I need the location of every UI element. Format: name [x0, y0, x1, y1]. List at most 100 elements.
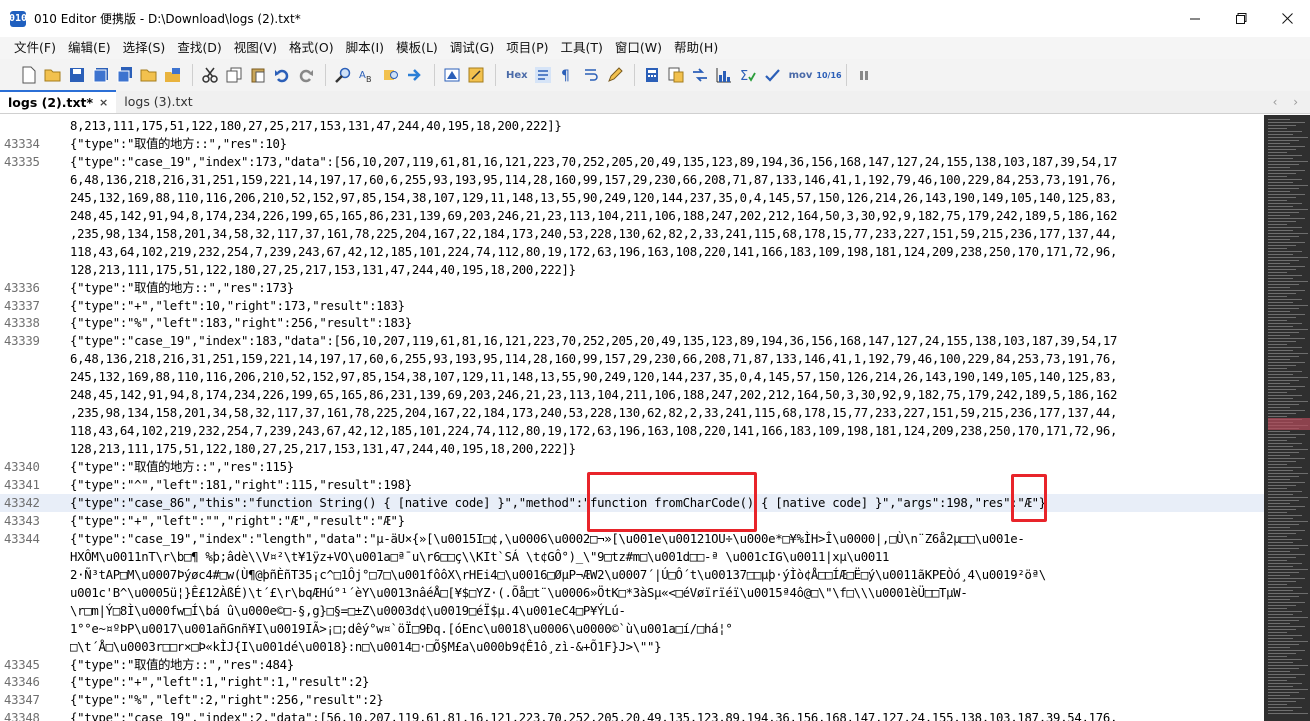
- text-editor[interactable]: 8,213,111,175,51,122,180,27,25,217,153,1…: [0, 115, 1264, 721]
- minimize-button[interactable]: [1172, 0, 1218, 37]
- inspector-button[interactable]: [465, 64, 487, 86]
- code-line[interactable]: 118,43,64,102,219,232,254,7,239,243,67,4…: [0, 422, 1264, 440]
- maximize-button[interactable]: [1218, 0, 1264, 37]
- hash-button[interactable]: [761, 64, 783, 86]
- tab-logs-3[interactable]: logs (3).txt: [116, 90, 200, 113]
- histogram-button[interactable]: [713, 64, 735, 86]
- code-line[interactable]: 2·Ñ³tAP□M\u0007Þýøc4#□w(Ù¶@þñÈñT35¡c^□1Ô…: [0, 566, 1264, 584]
- minimap-line: [1268, 401, 1308, 402]
- code-line[interactable]: 43344 {"type":"case_19","index":"length",…: [0, 530, 1264, 548]
- code-line[interactable]: 43338 {"type":"%","left":183,"right":256,…: [0, 314, 1264, 332]
- bookmark-button[interactable]: [441, 64, 463, 86]
- code-line[interactable]: 128,213,111,175,51,122,180,27,25,217,153…: [0, 261, 1264, 279]
- find-in-files-button[interactable]: [380, 64, 402, 86]
- code-line[interactable]: 245,132,169,88,110,116,206,210,52,152,97…: [0, 189, 1264, 207]
- minimap-line: [1268, 434, 1305, 435]
- code-line[interactable]: ,235,98,134,158,201,34,58,32,117,37,161,…: [0, 404, 1264, 422]
- menu-tools[interactable]: 工具(T): [555, 37, 609, 59]
- workspace-button[interactable]: [162, 64, 184, 86]
- line-text: 245,132,169,88,110,116,206,210,52,152,97…: [70, 370, 1118, 385]
- menu-project[interactable]: 项目(P): [500, 37, 554, 59]
- code-line[interactable]: 245,132,169,88,110,116,206,210,52,152,97…: [0, 368, 1264, 386]
- code-line[interactable]: 248,45,142,91,94,8,174,234,226,199,65,16…: [0, 207, 1264, 225]
- undo-button[interactable]: [271, 64, 293, 86]
- menu-edit[interactable]: 编辑(E): [62, 37, 117, 59]
- menu-script[interactable]: 脚本(I): [340, 37, 390, 59]
- code-line[interactable]: 43348 {"type":"case_19","index":2,"data":…: [0, 709, 1264, 721]
- save-button[interactable]: [66, 64, 88, 86]
- edit-style-button[interactable]: [604, 64, 626, 86]
- code-line[interactable]: u001c'B^\u0005ü¦}Ê£12ÀßÉ)\t´£\r\bqÆHú°¹´…: [0, 584, 1264, 602]
- code-line[interactable]: 118,43,64,102,219,232,254,7,239,243,67,4…: [0, 243, 1264, 261]
- minimap-line: [1268, 431, 1290, 432]
- tab-logs-2[interactable]: logs (2).txt* ×: [0, 90, 117, 113]
- menu-format[interactable]: 格式(O): [283, 37, 340, 59]
- menu-file[interactable]: 文件(F): [8, 37, 62, 59]
- close-window-button[interactable]: [1264, 0, 1310, 37]
- line-text: 6,48,136,218,216,31,251,159,221,14,197,1…: [70, 172, 1118, 187]
- line-text: 128,213,111,175,51,122,180,27,25,217,153…: [70, 442, 576, 457]
- minimap-line: [1268, 659, 1302, 660]
- replace-button[interactable]: AB: [356, 64, 378, 86]
- pause-button[interactable]: [853, 64, 875, 86]
- code-line[interactable]: 248,45,142,91,94,8,174,234,226,199,65,16…: [0, 386, 1264, 404]
- minimap-line: [1268, 278, 1293, 279]
- calculator-button[interactable]: [641, 64, 663, 86]
- code-line[interactable]: 43339 {"type":"case_19","index":183,"data…: [0, 332, 1264, 350]
- text-mode-button[interactable]: [532, 64, 554, 86]
- code-line[interactable]: \r□m|Ý□8Ì\u000fw□Í\bá û\u000e©□-§,g}□§=□…: [0, 602, 1264, 620]
- base-converter-button[interactable]: 10/16: [816, 64, 841, 86]
- menu-debug[interactable]: 调试(G): [444, 37, 500, 59]
- paste-button[interactable]: [247, 64, 269, 86]
- cut-button[interactable]: [199, 64, 221, 86]
- redo-button[interactable]: [295, 64, 317, 86]
- tab-scroll-arrows-icon[interactable]: ‹ ›: [1273, 95, 1304, 109]
- code-line[interactable]: 128,213,111,175,51,122,180,27,25,217,153…: [0, 440, 1264, 458]
- code-line[interactable]: 43347 {"type":"%","left":2,"right":256,"r…: [0, 691, 1264, 709]
- line-text: {"type":"取值的地方::","res":115}: [70, 460, 294, 475]
- template-button[interactable]: [665, 64, 687, 86]
- menu-window[interactable]: 窗口(W): [609, 37, 668, 59]
- line-text: {"type":"^","left":181,"right":115,"resu…: [70, 478, 412, 492]
- code-line[interactable]: 6,48,136,218,216,31,251,159,221,14,197,1…: [0, 171, 1264, 189]
- menu-view[interactable]: 视图(V): [228, 37, 283, 59]
- show-whitespace-button[interactable]: ¶: [556, 64, 578, 86]
- code-line[interactable]: 43346 {"type":"+","left":1,"right":1,"res…: [0, 673, 1264, 691]
- code-line[interactable]: 6,48,136,218,216,31,251,159,221,14,197,1…: [0, 350, 1264, 368]
- code-line[interactable]: 43335 {"type":"case_19","index":173,"data…: [0, 153, 1264, 171]
- compare-button[interactable]: [689, 64, 711, 86]
- checksum-button[interactable]: Σ: [737, 64, 759, 86]
- code-line[interactable]: 43334 {"type":"取值的地方::","res":10}: [0, 135, 1264, 153]
- open-folder-button[interactable]: [138, 64, 160, 86]
- code-line[interactable]: 8,213,111,175,51,122,180,27,25,217,153,1…: [0, 117, 1264, 135]
- code-line[interactable]: 43336 {"type":"取值的地方::","res":173}: [0, 279, 1264, 297]
- minimap-line: [1268, 599, 1290, 600]
- minimap-line: [1268, 341, 1296, 342]
- close-tab-icon[interactable]: ×: [99, 96, 108, 109]
- new-file-button[interactable]: [18, 64, 40, 86]
- code-line[interactable]: HXÔM\u0011nT\r\b□¶ %þ;âdè\\V¤²\t¥1ÿz+VO\…: [0, 548, 1264, 566]
- word-wrap-button[interactable]: [580, 64, 602, 86]
- code-line[interactable]: 43345 {"type":"取值的地方::","res":484}: [0, 656, 1264, 674]
- menu-select[interactable]: 选择(S): [117, 37, 172, 59]
- menu-find[interactable]: 查找(D): [171, 37, 227, 59]
- find-button[interactable]: [332, 64, 354, 86]
- hex-toggle[interactable]: Hex: [506, 70, 528, 81]
- minimap-line: [1268, 266, 1305, 267]
- code-line[interactable]: 43337 {"type":"+","left":10,"right":173,"…: [0, 297, 1264, 315]
- code-line[interactable]: ,235,98,134,158,201,34,58,32,117,37,161,…: [0, 225, 1264, 243]
- menu-template[interactable]: 模板(L): [390, 37, 444, 59]
- goto-button[interactable]: [404, 64, 426, 86]
- minimap[interactable]: [1264, 115, 1310, 721]
- code-line[interactable]: □\t´Å□\u0003r□□r×□Þ«kÌJ{I\u001dé\u0018}:…: [0, 638, 1264, 656]
- minimap-line: [1268, 554, 1305, 555]
- save-all-button[interactable]: [114, 64, 136, 86]
- line-number: 43335: [4, 154, 40, 169]
- open-file-button[interactable]: [42, 64, 64, 86]
- line-text: \r□m|Ý□8Ì\u000fw□Í\bá û\u000e©□-§,g}□§=□…: [70, 603, 626, 618]
- menu-help[interactable]: 帮助(H): [668, 37, 724, 59]
- disassembler-button[interactable]: mov: [789, 70, 813, 81]
- copy-button[interactable]: [223, 64, 245, 86]
- code-line[interactable]: 1°°e~¤ºÞP\u0017\u001añGnñ¥I\u0019IÃ>¡□;d…: [0, 620, 1264, 638]
- save-as-button[interactable]: [90, 64, 112, 86]
